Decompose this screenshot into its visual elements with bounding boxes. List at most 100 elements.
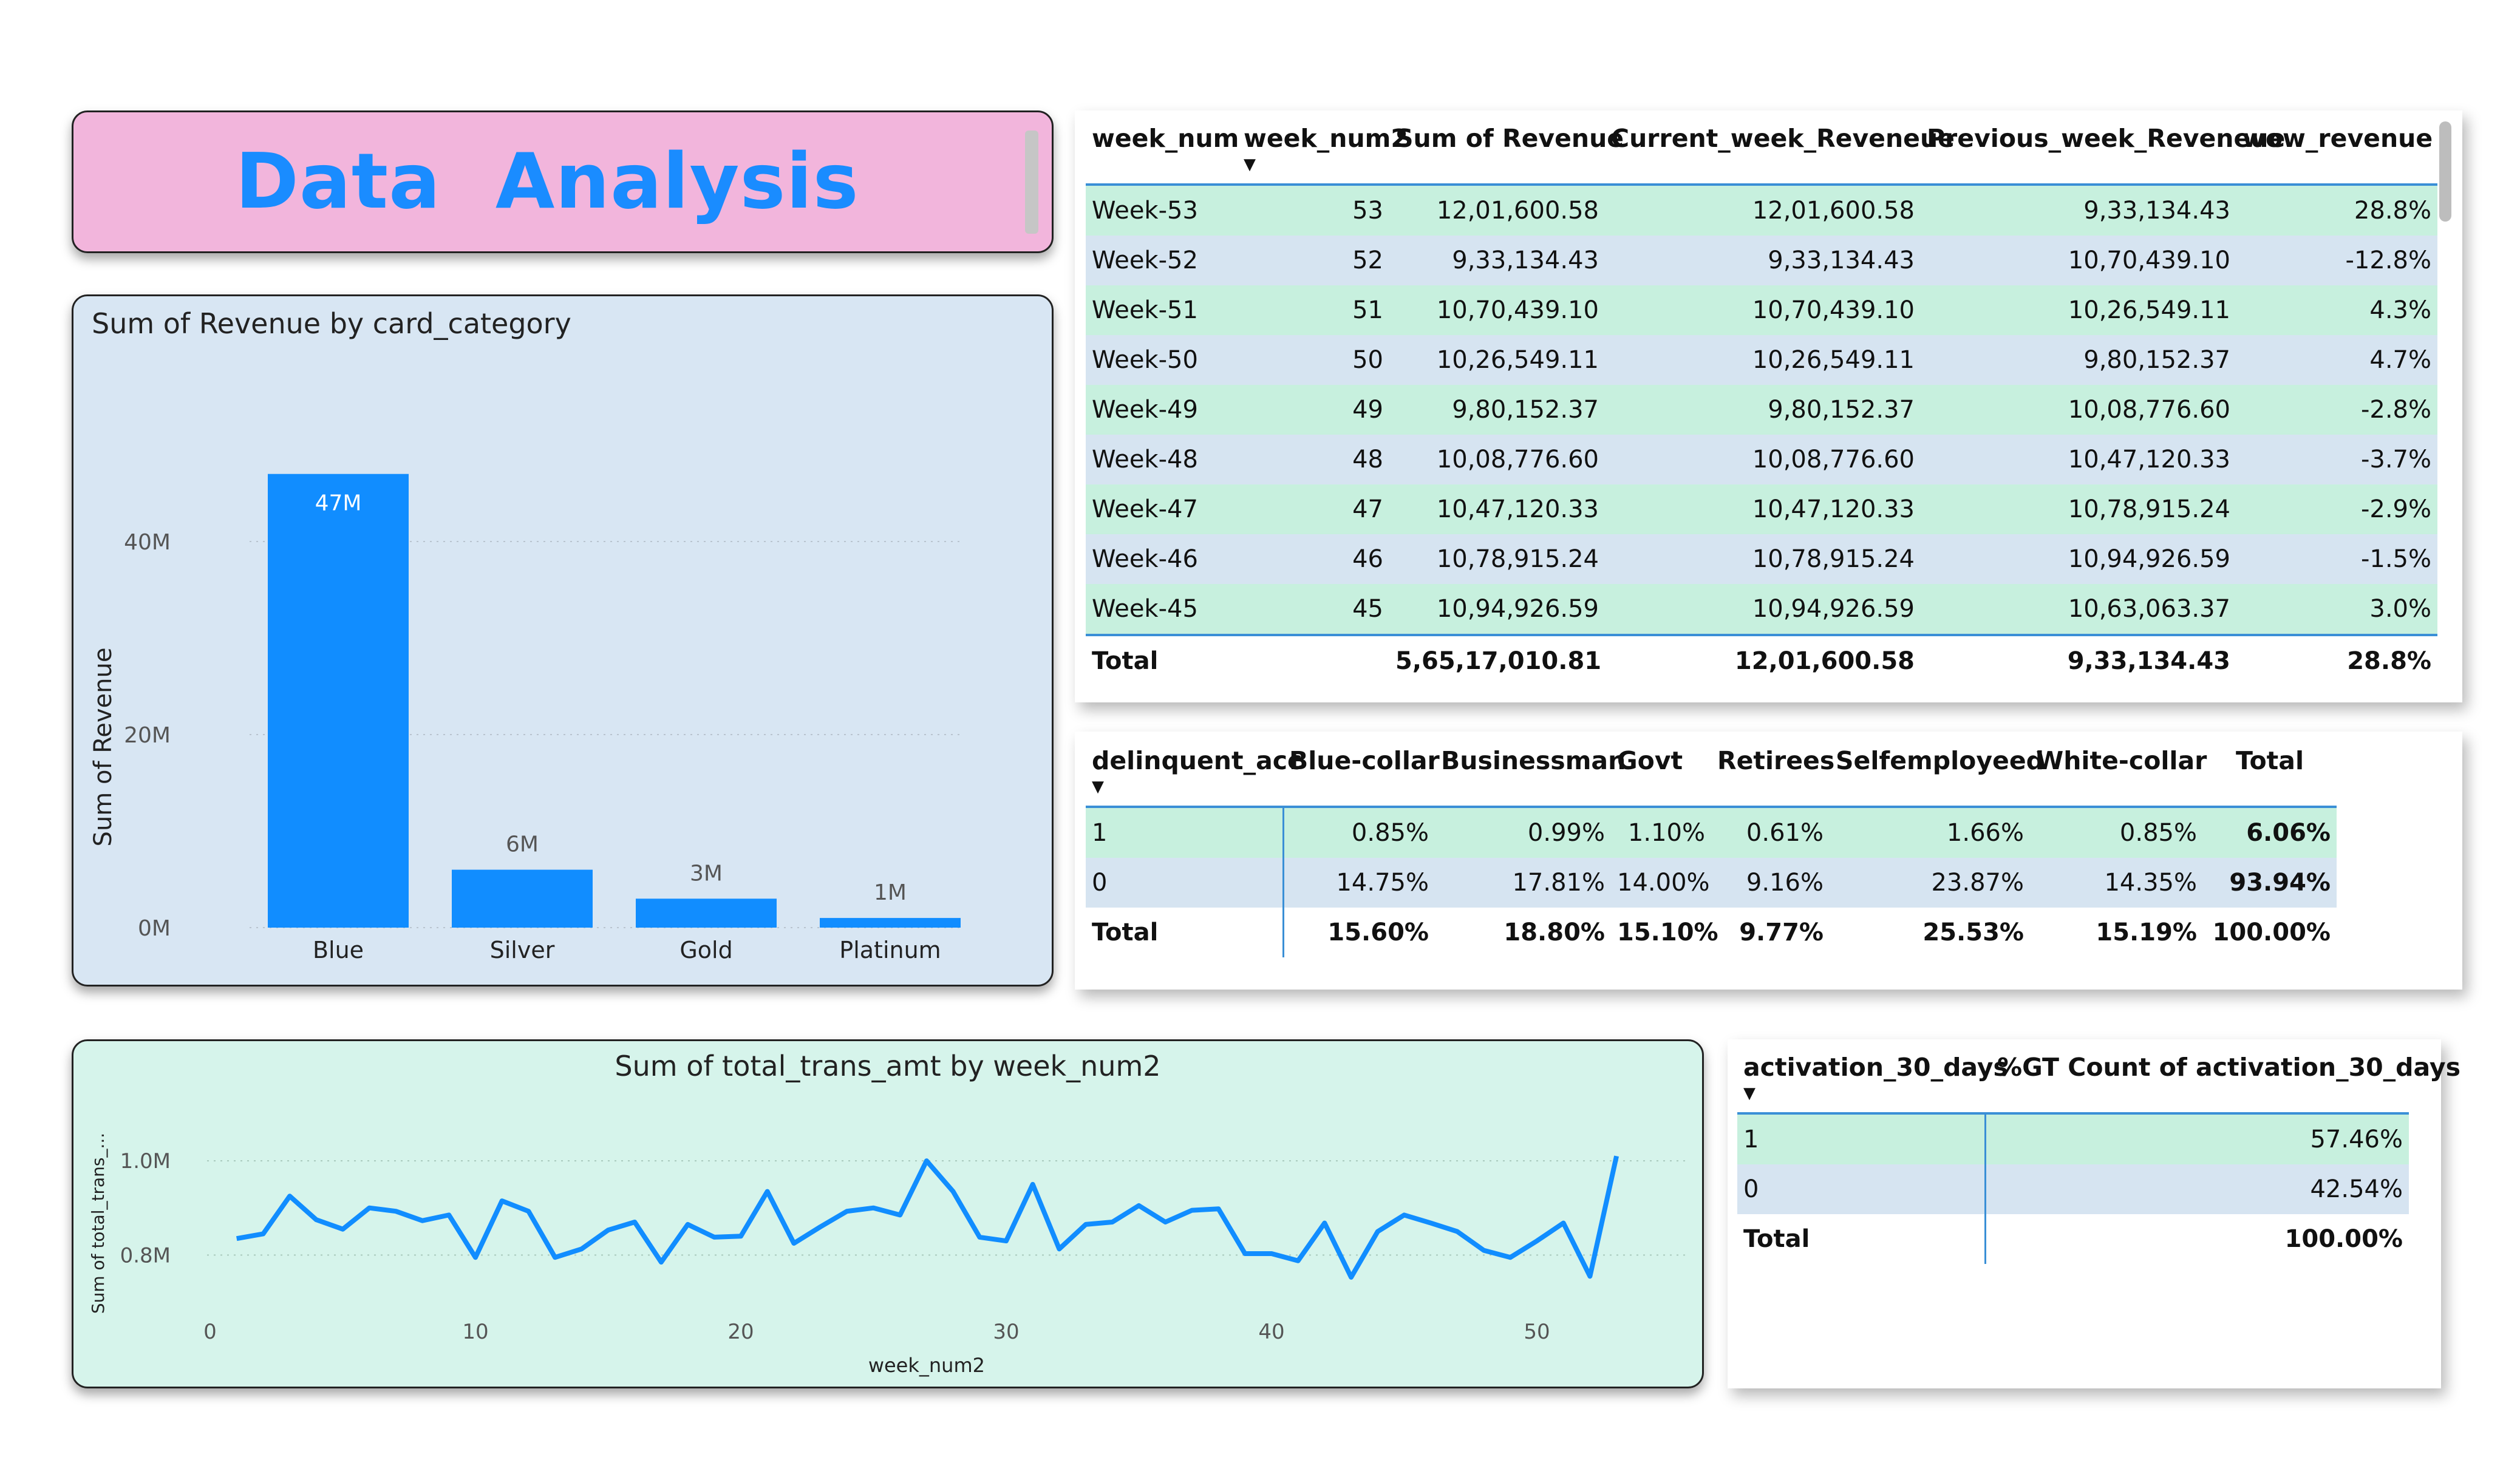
row-label-cell: Week-47	[1086, 484, 1238, 534]
table-cell: 10,47,120.33	[1605, 484, 1921, 534]
table-row[interactable]: Week-47 47 10,47,120.33 10,47,120.33 10,78,9…	[1086, 484, 2437, 534]
row-label-cell: 1	[1086, 807, 1283, 858]
bar[interactable]	[636, 898, 777, 928]
table-cell: 10,47,120.33	[1389, 484, 1605, 534]
table-row[interactable]: 0 42.54%	[1737, 1164, 2409, 1214]
x-tick-label: 50	[1524, 1320, 1550, 1344]
table-row[interactable]: Week-51 51 10,70,439.10 10,70,439.10 10,26,5…	[1086, 285, 2437, 335]
table-cell: 49	[1238, 385, 1389, 435]
total-cell: 100.00%	[2203, 908, 2337, 957]
table-row[interactable]: 1 57.46%	[1737, 1113, 2409, 1164]
table-cell: -3.7%	[2236, 435, 2437, 484]
table-cell: 10,08,776.60	[1921, 385, 2236, 435]
trans-amt-by-week-chart: Sum of total_trans_amt by week_num2 0.8M…	[72, 1039, 1704, 1388]
table-cell: 0.85%	[2030, 807, 2203, 858]
table-cell: 10,70,439.10	[1605, 285, 1921, 335]
weekly-revenue-table: week_num week_num2 ▼ Sum of Revenue Curre…	[1086, 124, 2437, 686]
title-scrollbar[interactable]	[1025, 131, 1038, 234]
total-cell: 12,01,600.58	[1605, 635, 1921, 686]
column-header[interactable]: Businessman	[1435, 746, 1626, 807]
table-row[interactable]: Week-52 52 9,33,134.43 9,33,134.43 10,70,439…	[1086, 236, 2437, 285]
table-row[interactable]: 0 14.75% 17.81% 14.00% 9.16% 23.87% 14.35% 93.9…	[1086, 858, 2337, 908]
table-cell: 9.16%	[1711, 858, 1830, 908]
table-cell: 1.66%	[1830, 807, 2030, 858]
table-header-row: week_num week_num2 ▼ Sum of Revenue Curre…	[1086, 124, 2437, 185]
total-cell: 5,65,17,010.81	[1389, 635, 1605, 686]
table-row[interactable]: 1 0.85% 0.99% 1.10% 0.61% 1.66% 0.85% 6.06%	[1086, 807, 2337, 858]
column-header[interactable]: Previous_week_Reveneue	[1921, 124, 2285, 185]
table-cell: 10,26,549.11	[1389, 335, 1605, 385]
y-tick-label: 20M	[124, 723, 171, 748]
table-cell: 52	[1238, 236, 1389, 285]
table-cell: 23.87%	[1830, 858, 2030, 908]
row-label-cell: Week-46	[1086, 534, 1238, 584]
row-label-cell: 1	[1737, 1113, 1985, 1164]
x-tick-label: Platinum	[839, 937, 941, 963]
table-row[interactable]: Week-45 45 10,94,926.59 10,94,926.59 10,63,0…	[1086, 584, 2437, 635]
total-cell: 9,33,134.43	[1921, 635, 2236, 686]
table-scrollbar[interactable]	[2439, 121, 2451, 222]
y-axis-label: Sum of total_trans_...	[88, 1133, 108, 1314]
data-label: 3M	[690, 861, 723, 886]
bar[interactable]	[268, 474, 409, 928]
table-cell: 10,94,926.59	[1389, 584, 1605, 635]
table-cell: 10,63,063.37	[1921, 584, 2236, 635]
dashboard-title-card: Data Analysis	[72, 110, 1054, 253]
table-cell: 9,33,134.43	[1921, 185, 2236, 236]
table-cell: -12.8%	[2236, 236, 2437, 285]
sort-desc-icon[interactable]: ▼	[1092, 779, 1277, 795]
column-header[interactable]: Sum of Revenue	[1389, 124, 1624, 185]
table-cell: 46	[1238, 534, 1389, 584]
table-row[interactable]: Week-49 49 9,80,152.37 9,80,152.37 10,08,776…	[1086, 385, 2437, 435]
table-row[interactable]: Week-50 50 10,26,549.11 10,26,549.11 9,80,15…	[1086, 335, 2437, 385]
table-cell: 9,80,152.37	[1389, 385, 1605, 435]
total-cell: 15.19%	[2030, 908, 2203, 957]
bar[interactable]	[452, 869, 593, 928]
column-header[interactable]: wow_revenue	[2236, 124, 2437, 185]
column-header[interactable]: delinquent_acc ▼	[1086, 746, 1302, 807]
bar-chart-svg: 0M 20M 40M Sum of Revenue 47M Blue 6M Silver 3M G…	[89, 474, 961, 963]
row-label-cell: Week-52	[1086, 236, 1238, 285]
column-header[interactable]: Total	[2203, 746, 2337, 807]
table-cell: 28.8%	[2236, 185, 2437, 236]
series-line[interactable]	[236, 1155, 1619, 1280]
data-label: 6M	[506, 832, 539, 857]
row-label-cell: Week-45	[1086, 584, 1238, 635]
column-header[interactable]: Retirees	[1711, 746, 1834, 807]
table-cell: 6.06%	[2203, 807, 2337, 858]
table-cell: -2.8%	[2236, 385, 2437, 435]
column-header[interactable]: %GT Count of activation_30_days	[1985, 1053, 2460, 1113]
dashboard-title: Data Analysis	[235, 137, 859, 226]
total-cell: 100.00%	[1984, 1214, 2409, 1264]
column-header[interactable]: Selfemployeed	[1830, 746, 2044, 807]
x-tick-label: 20	[727, 1320, 754, 1344]
column-header[interactable]: Blue-collar	[1283, 746, 1440, 807]
table-cell: 9,33,134.43	[1605, 236, 1921, 285]
column-header[interactable]: activation_30_days ▼	[1737, 1053, 2008, 1113]
column-header[interactable]: week_num2 ▼	[1238, 124, 1408, 185]
column-header[interactable]: White-collar	[2030, 746, 2207, 807]
row-label-cell: Week-53	[1086, 185, 1238, 236]
table-cell: 10,08,776.60	[1605, 435, 1921, 484]
table-cell: 0.85%	[1282, 807, 1435, 858]
table-cell: 1.10%	[1611, 807, 1711, 858]
row-label-cell: Week-50	[1086, 335, 1238, 385]
table-cell: 48	[1238, 435, 1389, 484]
sort-desc-icon[interactable]: ▼	[1244, 157, 1383, 172]
column-header[interactable]: week_num	[1086, 124, 1239, 185]
table-cell: 47	[1238, 484, 1389, 534]
table-cell: 10,08,776.60	[1389, 435, 1605, 484]
column-header[interactable]: Govt	[1611, 746, 1711, 807]
activation-table: activation_30_days ▼ %GT Count of activat…	[1737, 1053, 2460, 1264]
column-header[interactable]: Current_week_Reveneue	[1605, 124, 1955, 185]
table-cell: 51	[1238, 285, 1389, 335]
table-cell: 10,70,439.10	[1921, 236, 2236, 285]
bar[interactable]	[820, 918, 961, 928]
table-row[interactable]: Week-53 53 12,01,600.58 12,01,600.58 9,33,13…	[1086, 185, 2437, 236]
y-tick-label: 1.0M	[120, 1149, 171, 1173]
sort-desc-icon[interactable]: ▼	[1743, 1085, 1979, 1101]
row-label-cell: 0	[1086, 858, 1283, 908]
table-cell: 17.81%	[1435, 858, 1611, 908]
table-row[interactable]: Week-48 48 10,08,776.60 10,08,776.60 10,47,1…	[1086, 435, 2437, 484]
table-row[interactable]: Week-46 46 10,78,915.24 10,78,915.24 10,94,9…	[1086, 534, 2437, 584]
